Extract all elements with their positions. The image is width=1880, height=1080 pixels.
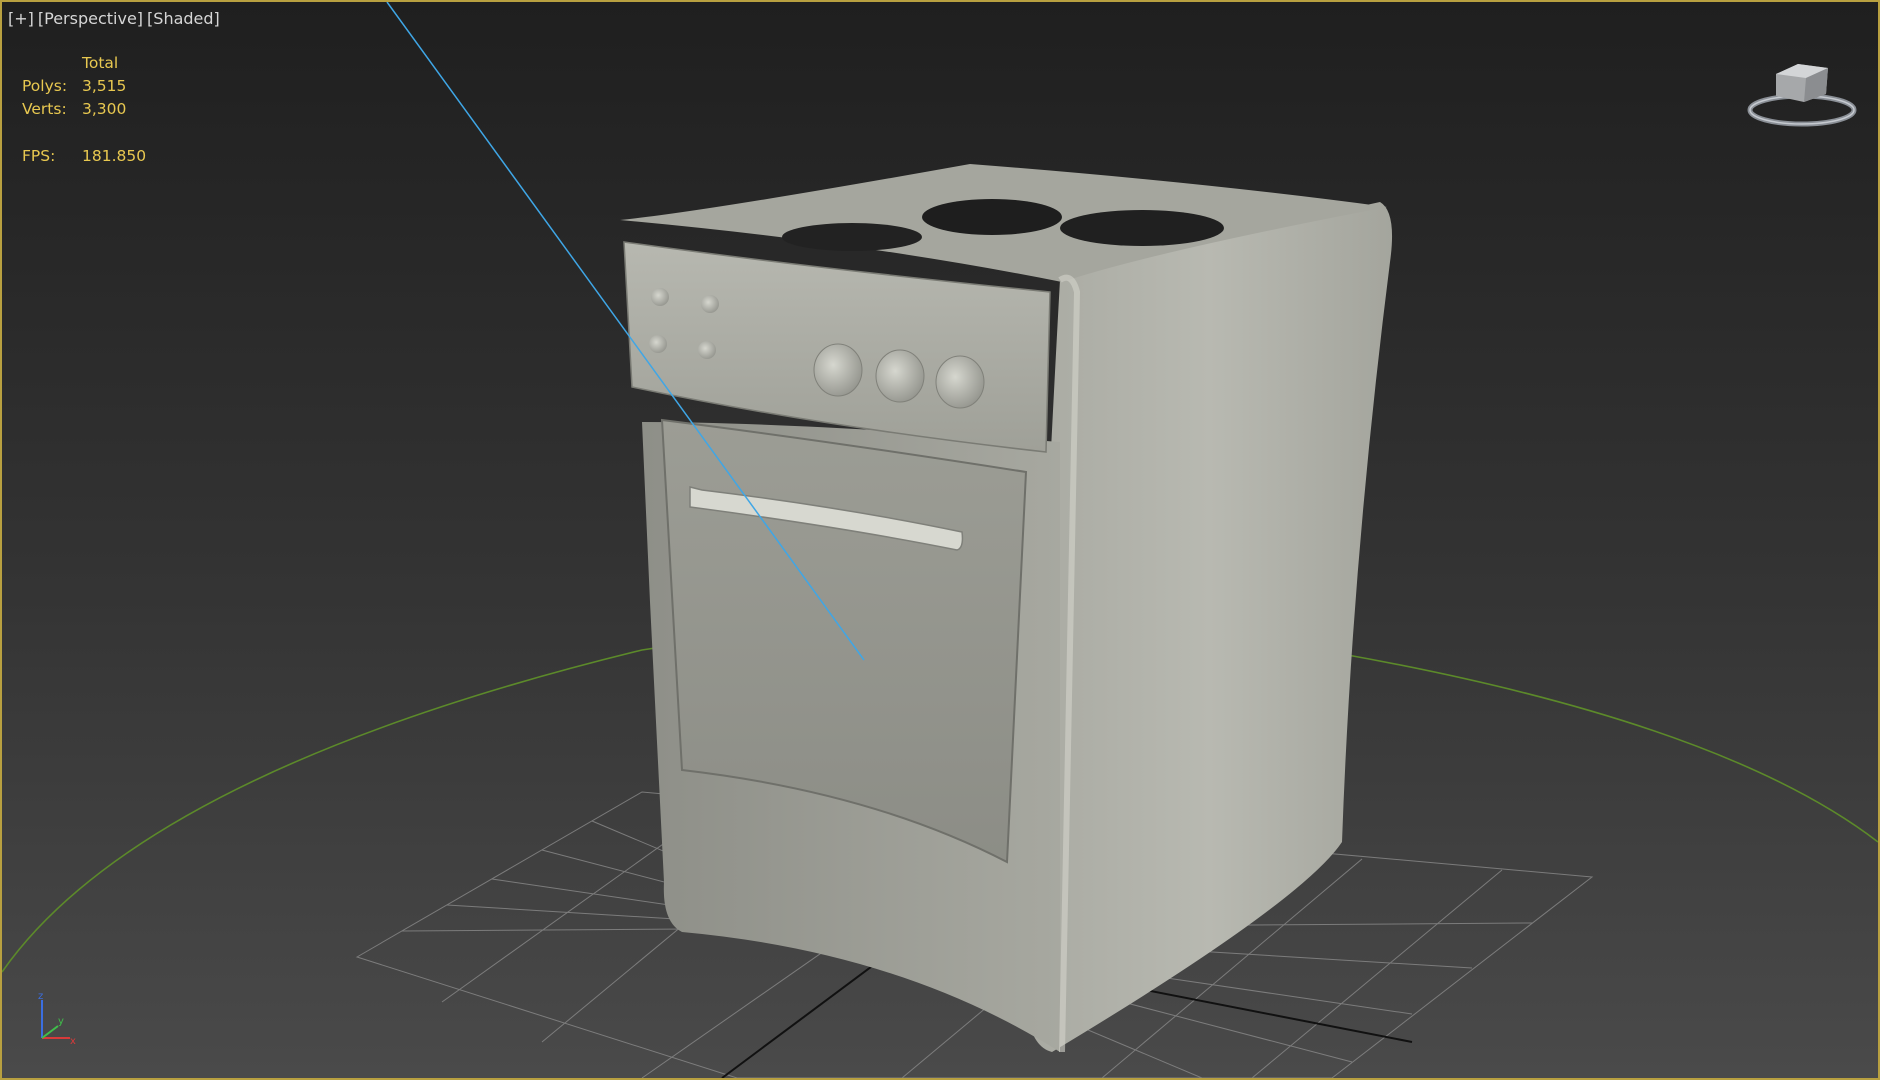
- polys-value: 3,515: [82, 77, 127, 95]
- polys-label: Polys:: [22, 77, 68, 95]
- burner: [782, 223, 922, 251]
- viewport-scene[interactable]: [2, 2, 1878, 1078]
- verts-label: Verts:: [22, 100, 67, 118]
- fps-label: FPS:: [22, 147, 56, 165]
- verts-value: 3,300: [82, 100, 127, 118]
- viewport-label: [+] [Perspective] [Shaded]: [8, 9, 224, 28]
- viewport-menu-shading[interactable]: [Shaded]: [147, 9, 220, 28]
- burner: [1060, 210, 1224, 246]
- burner: [922, 199, 1062, 235]
- viewcube-icon[interactable]: [1742, 52, 1862, 132]
- axis-y-label: y: [58, 1016, 64, 1027]
- perspective-viewport[interactable]: [+] [Perspective] [Shaded] Total Polys: 3,5…: [0, 0, 1880, 1080]
- fps-value: 181.850: [82, 147, 147, 165]
- axis-x-label: x: [70, 1036, 76, 1047]
- viewport-menu-view[interactable]: [Perspective]: [38, 9, 143, 28]
- stats-header: Total: [82, 54, 119, 72]
- axis-z-label: z: [38, 991, 43, 1002]
- viewport-statistics: Total Polys: 3,515 Verts: 3,300 FPS: 181.85…: [22, 52, 146, 168]
- axis-tripod-icon: z y x: [38, 991, 76, 1047]
- viewport-menu-plus[interactable]: [+]: [8, 9, 34, 28]
